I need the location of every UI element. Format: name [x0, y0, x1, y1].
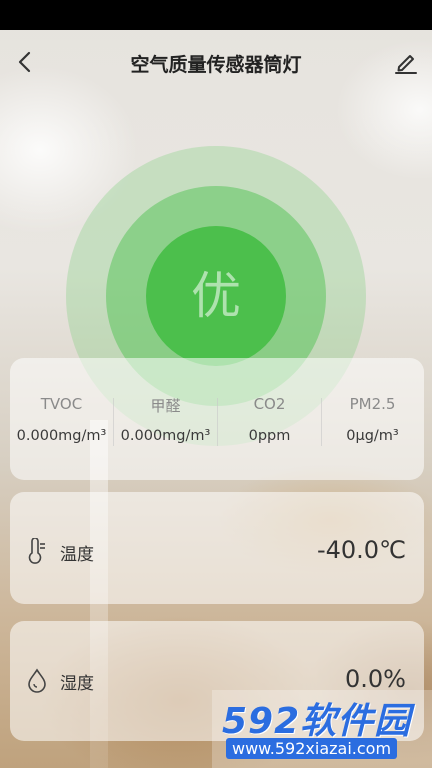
- metric-value: 0.000mg/m³: [16, 428, 107, 444]
- metric-co2: CO2 0ppm: [218, 358, 321, 480]
- droplet-icon: [28, 668, 46, 693]
- metric-name: PM2.5: [349, 395, 396, 413]
- humidity-label: 湿度: [60, 674, 94, 694]
- back-button[interactable]: [12, 48, 40, 76]
- page-title: 空气质量传感器筒灯: [130, 54, 302, 76]
- watermark-url: www.592xiazai.com: [226, 738, 398, 759]
- thermometer-icon: [28, 538, 45, 564]
- temperature-card[interactable]: 温度 -40.0℃: [10, 492, 424, 604]
- metric-value: 0ppm: [248, 428, 291, 444]
- watermark-logo: 592软件园: [222, 701, 412, 742]
- humidity-value: 0.0%: [345, 665, 406, 693]
- metric-tvoc: TVOC 0.000mg/m³: [10, 358, 113, 480]
- pencil-icon: [395, 55, 417, 74]
- metric-name: CO2: [253, 395, 286, 413]
- metric-value: 0.000mg/m³: [120, 428, 211, 444]
- temperature-value: -40.0℃: [316, 536, 406, 564]
- watermark: 592软件园 www.592xiazai.com: [212, 690, 432, 768]
- air-quality-label: 优: [191, 267, 241, 325]
- metric-name: 甲醛: [150, 397, 181, 415]
- metric-formaldehyde: 甲醛 0.000mg/m³: [114, 358, 217, 480]
- status-bar: [0, 0, 432, 30]
- edit-button[interactable]: [392, 48, 420, 76]
- header: 空气质量传感器筒灯: [0, 30, 432, 96]
- metric-value: 0μg/m³: [346, 428, 399, 444]
- metrics-card: TVOC 0.000mg/m³ 甲醛 0.000mg/m³ CO2 0ppm P…: [10, 358, 424, 480]
- metric-pm25: PM2.5 0μg/m³: [321, 358, 424, 480]
- metric-name: TVOC: [40, 395, 83, 413]
- chevron-left-icon: [18, 51, 31, 73]
- temperature-label: 温度: [60, 545, 94, 565]
